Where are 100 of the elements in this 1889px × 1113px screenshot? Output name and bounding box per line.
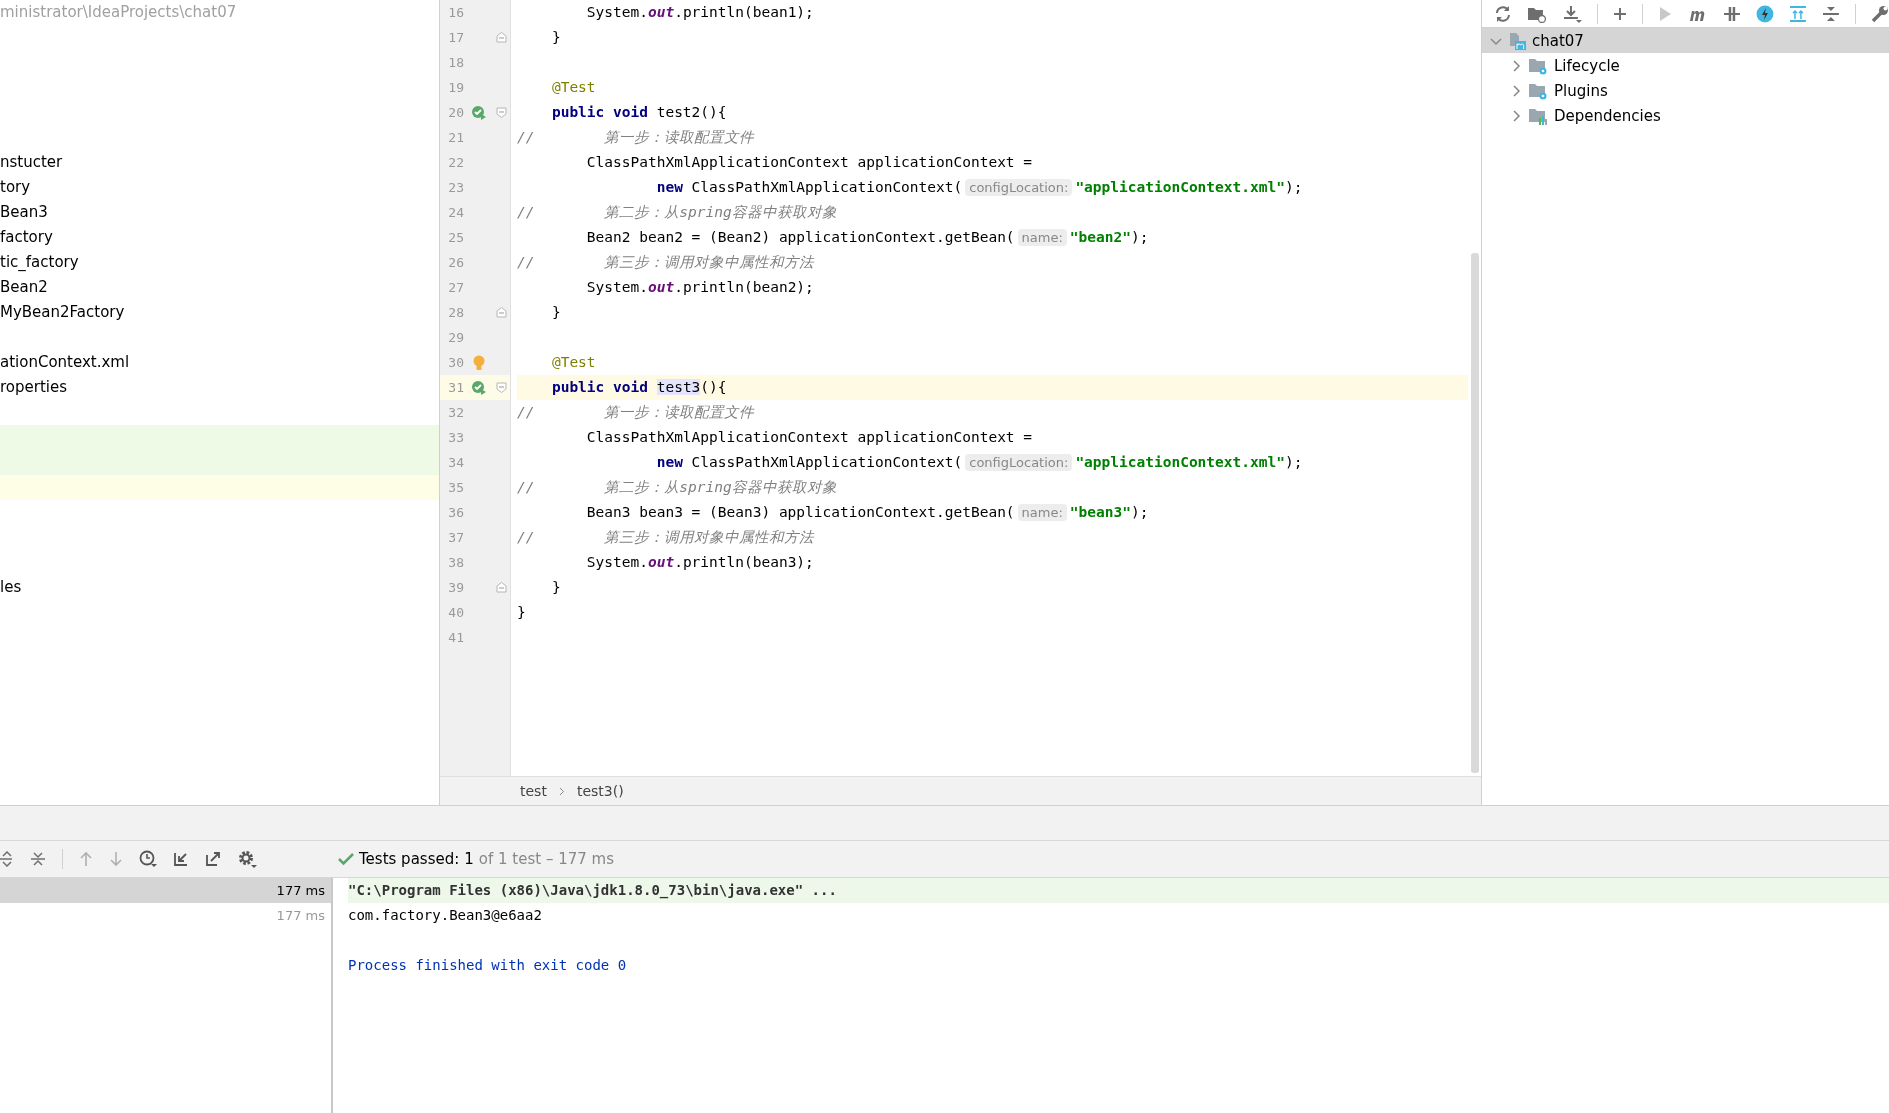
- collapse-all-icon[interactable]: [1822, 4, 1841, 23]
- line-number: 36: [447, 505, 464, 520]
- line-number: 34: [447, 455, 464, 470]
- project-path: ministrator\IdeaProjects\chat07: [0, 4, 237, 20]
- line-number: 19: [447, 80, 464, 95]
- code-text: test2(){: [655, 104, 727, 120]
- code-text: ClassPathXmlApplicationContext(: [690, 454, 963, 470]
- plus-icon[interactable]: [1612, 6, 1627, 21]
- field-name: out: [647, 279, 675, 295]
- fold-marker-icon[interactable]: [495, 582, 507, 593]
- string-literal: "bean3": [1069, 504, 1131, 520]
- line-number: 20: [447, 105, 464, 120]
- code-text: }: [550, 29, 561, 45]
- string-literal: "applicationContext.xml": [1075, 454, 1285, 470]
- string-literal: "bean2": [1069, 229, 1131, 245]
- line-number: 38: [447, 555, 464, 570]
- chevron-icon: [558, 786, 565, 796]
- line-number: 24: [447, 205, 464, 220]
- code-text: );: [1130, 504, 1149, 520]
- line-number: 21: [447, 130, 464, 145]
- maven-tree-item[interactable]: chat07: [1482, 28, 1889, 53]
- parameter-hint: configLocation:: [965, 179, 1073, 196]
- keyword: new: [655, 454, 683, 470]
- code-comment: // 第三步：调用对象中属性和方法: [517, 529, 815, 545]
- maven-tree-item[interactable]: Plugins: [1482, 78, 1889, 103]
- code-comment: // 第二步：从spring容器中获取对象: [517, 479, 837, 495]
- project-tree-item[interactable]: roperties: [0, 375, 439, 400]
- project-tree-item[interactable]: nstucter: [0, 150, 439, 175]
- import-icon[interactable]: [173, 851, 189, 867]
- collapse-all-icon[interactable]: [30, 851, 46, 867]
- wrench-icon[interactable]: [1871, 4, 1889, 23]
- project-tree-item[interactable]: Bean2: [0, 275, 439, 300]
- line-number: 26: [447, 255, 464, 270]
- line-number: 17: [447, 30, 464, 45]
- breadcrumb[interactable]: test: [520, 783, 547, 799]
- expand-all-icon[interactable]: [0, 851, 14, 867]
- toggle-offline-icon[interactable]: [1723, 4, 1742, 23]
- line-number: 23: [447, 180, 464, 195]
- string-literal: "applicationContext.xml": [1075, 179, 1285, 195]
- highlighted-identifier: test3: [656, 379, 701, 395]
- line-number: 40: [447, 605, 464, 620]
- status-label: Tests passed:: [359, 850, 460, 868]
- console-command: "C:\Program Files (x86)\Java\jdk1.8.0_73\bin\java.exe" ...: [348, 882, 837, 898]
- line-number: 25: [447, 230, 464, 245]
- settings-icon[interactable]: [237, 849, 257, 869]
- chevron-icon[interactable]: [1510, 84, 1522, 97]
- project-tree-item[interactable]: ationContext.xml: [0, 350, 439, 375]
- chevron-icon[interactable]: [1510, 59, 1522, 72]
- history-icon[interactable]: [139, 850, 157, 868]
- lightning-icon[interactable]: [1756, 4, 1775, 23]
- project-tree-item[interactable]: factory: [0, 225, 439, 250]
- fold-marker-icon[interactable]: [495, 32, 507, 43]
- parameter-hint: name:: [1017, 504, 1067, 521]
- line-number: 16: [447, 5, 464, 20]
- project-tree-item[interactable]: Bean3: [0, 200, 439, 225]
- code-comment: // 第一步：读取配置文件: [517, 404, 755, 420]
- up-arrow-icon[interactable]: [79, 851, 93, 867]
- chevron-icon[interactable]: [1510, 109, 1522, 122]
- code-text: .println(bean1);: [674, 4, 814, 20]
- line-number: 31: [447, 380, 464, 395]
- code-text: ClassPathXmlApplicationContext applicationContext =: [585, 429, 1033, 445]
- annotation: @Test: [550, 79, 596, 95]
- code-text: ClassPathXmlApplicationContext(: [690, 179, 963, 195]
- project-tree-item[interactable]: les: [0, 575, 439, 600]
- line-number: 30: [447, 355, 464, 370]
- project-tree-item[interactable]: tic_factory: [0, 250, 439, 275]
- code-text: );: [1284, 179, 1303, 195]
- project-tree-item[interactable]: tory: [0, 175, 439, 200]
- breadcrumb[interactable]: test3(): [576, 783, 624, 799]
- test-result-row[interactable]: 177 ms: [0, 878, 331, 903]
- fold-marker-icon[interactable]: [495, 107, 507, 118]
- down-arrow-icon[interactable]: [109, 851, 123, 867]
- keyword: new: [655, 179, 683, 195]
- run-test-icon[interactable]: [471, 104, 487, 121]
- maven-tree-item[interactable]: Lifecycle: [1482, 53, 1889, 78]
- project-tree-item[interactable]: MyBean2Factory: [0, 300, 439, 325]
- run-test-icon[interactable]: [471, 379, 487, 396]
- fold-marker-icon[interactable]: [495, 307, 507, 318]
- scrollbar-thumb[interactable]: [1471, 253, 1479, 773]
- line-number: 27: [447, 280, 464, 295]
- line-number: 33: [447, 430, 464, 445]
- download-icon[interactable]: [1561, 4, 1582, 23]
- field-name: out: [647, 554, 675, 570]
- folder-gear-icon: [1528, 56, 1548, 75]
- fold-marker-icon[interactable]: [495, 382, 507, 393]
- code-text: System.: [585, 554, 648, 570]
- check-icon: [338, 852, 354, 866]
- refresh-icon[interactable]: [1494, 4, 1512, 23]
- parameter-hint: name:: [1017, 229, 1067, 246]
- keyword: public void: [550, 104, 648, 120]
- code-comment: // 第三步：调用对象中属性和方法: [517, 254, 815, 270]
- export-icon[interactable]: [205, 851, 221, 867]
- line-number: 22: [447, 155, 464, 170]
- code-text: );: [1284, 454, 1303, 470]
- code-text: Bean3 bean3 = (Bean3) applicationContext.getBean(: [585, 504, 1015, 520]
- code-text: }: [550, 579, 561, 595]
- show-dependencies-icon[interactable]: [1789, 4, 1808, 23]
- code-text: System.: [585, 4, 648, 20]
- maven-tree-item[interactable]: Dependencies: [1482, 103, 1889, 128]
- line-number: 28: [447, 305, 464, 320]
